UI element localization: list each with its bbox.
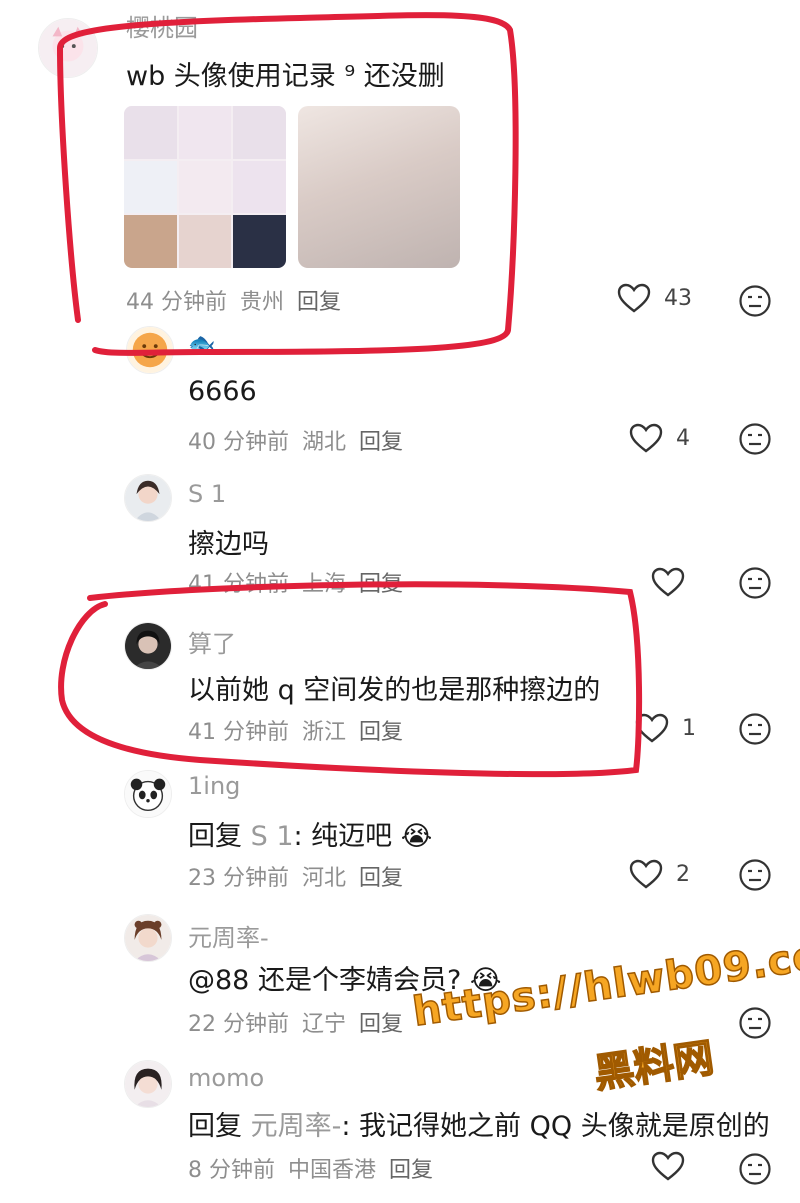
neutral-face-icon[interactable] [738,858,772,892]
reply-button[interactable]: 回复 [359,572,403,597]
username[interactable]: 元周率- [188,918,269,953]
avatar[interactable] [124,914,172,962]
watermark-label: 黑料网 [591,1034,718,1098]
comment-time: 8 分钟前 [188,1158,275,1183]
like-button[interactable] [650,566,698,598]
reply-prefix: 回复 [188,1111,251,1142]
username[interactable]: 算了 [188,624,236,659]
comment-text: 以前她 q 空间发的也是那种擦边的 [188,675,601,706]
like-button[interactable] [650,1150,686,1182]
heart-outline-icon [635,713,669,743]
heart-outline-icon [629,423,663,453]
comment-time: 23 分钟前 [188,866,289,891]
comment-text: 6666 [188,376,257,407]
reply-button[interactable]: 回复 [389,1158,433,1183]
like-button[interactable]: 1 [634,712,696,744]
reply-button[interactable]: 回复 [359,430,403,455]
reply-prefix: 回复 [188,821,251,852]
avatar[interactable] [124,770,172,818]
like-count: 1 [682,715,696,741]
image-grid[interactable] [124,106,286,268]
comment-meta: 41 分钟前 浙江 回复 [188,714,409,746]
reply-body: : 我记得她之前 QQ 头像就是原创的 [341,1111,770,1142]
comment-time: 44 分钟前 [126,290,227,315]
avatar[interactable] [38,18,98,78]
neutral-face-icon[interactable] [738,1006,772,1040]
comment-meta: 8 分钟前 中国香港 回复 [188,1152,439,1184]
reply-button[interactable]: 回复 [297,290,341,315]
comment-location: 中国香港 [288,1158,377,1183]
comment-time: 22 分钟前 [188,1012,289,1037]
photo-thumbnail[interactable] [298,106,460,268]
reply-body: : 纯迈吧 😭 [293,821,433,852]
comment-text: 擦边吗 [188,529,269,560]
comment-time: 40 分钟前 [188,430,289,455]
neutral-face-icon[interactable] [738,284,772,318]
like-count: 2 [676,861,690,887]
like-count: 4 [676,425,690,451]
username[interactable]: momo [188,1064,264,1092]
heart-outline-icon [651,567,685,597]
avatar[interactable] [126,326,174,374]
comment-location: 贵州 [240,290,285,315]
comment-meta: 40 分钟前 湖北 回复 [188,424,409,456]
reply-target-username[interactable]: 元周率- [251,1111,342,1142]
comment-location: 浙江 [302,720,347,745]
comment-meta: 22 分钟前 辽宁 回复 [188,1006,409,1038]
username[interactable]: 樱桃园 [126,8,198,43]
comment-location: 湖北 [302,430,347,455]
username[interactable]: S 1 [188,480,226,508]
heart-outline-icon [651,1151,685,1181]
comment-meta: 23 分钟前 河北 回复 [188,860,409,892]
comment-text: wb 头像使用记录 ⁹ 还没删 [126,61,445,92]
comment-meta: 44 分钟前 贵州 回复 [126,284,347,316]
heart-outline-icon [629,859,663,889]
heart-outline-icon [617,283,651,313]
avatar[interactable] [124,622,172,670]
comment-time: 41 分钟前 [188,720,289,745]
comment-text: 回复 S 1: 纯迈吧 😭 [188,814,432,853]
username[interactable]: 1ing [188,772,240,800]
neutral-face-icon[interactable] [738,566,772,600]
neutral-face-icon[interactable] [738,1152,772,1186]
comment-time: 41 分钟前 [188,572,289,597]
avatar[interactable] [124,1060,172,1108]
comment-location: 辽宁 [302,1012,347,1037]
reply-target-username[interactable]: S 1 [251,821,294,852]
neutral-face-icon[interactable] [738,712,772,746]
like-button[interactable]: 4 [628,422,690,454]
reply-button[interactable]: 回复 [359,1012,403,1037]
reply-button[interactable]: 回复 [359,866,403,891]
reply-button[interactable]: 回复 [359,720,403,745]
comment-meta: 41 分钟前 上海 回复 [188,566,409,598]
username[interactable]: 🐟 [188,332,215,357]
neutral-face-icon[interactable] [738,422,772,456]
comment-text: 回复 元周率-: 我记得她之前 QQ 头像就是原创的 [188,1104,770,1143]
comment-location: 上海 [302,572,347,597]
like-count: 43 [664,285,692,311]
avatar[interactable] [124,474,172,522]
comment-location: 河北 [302,866,347,891]
like-button[interactable]: 43 [616,282,692,314]
like-button[interactable]: 2 [628,858,690,890]
